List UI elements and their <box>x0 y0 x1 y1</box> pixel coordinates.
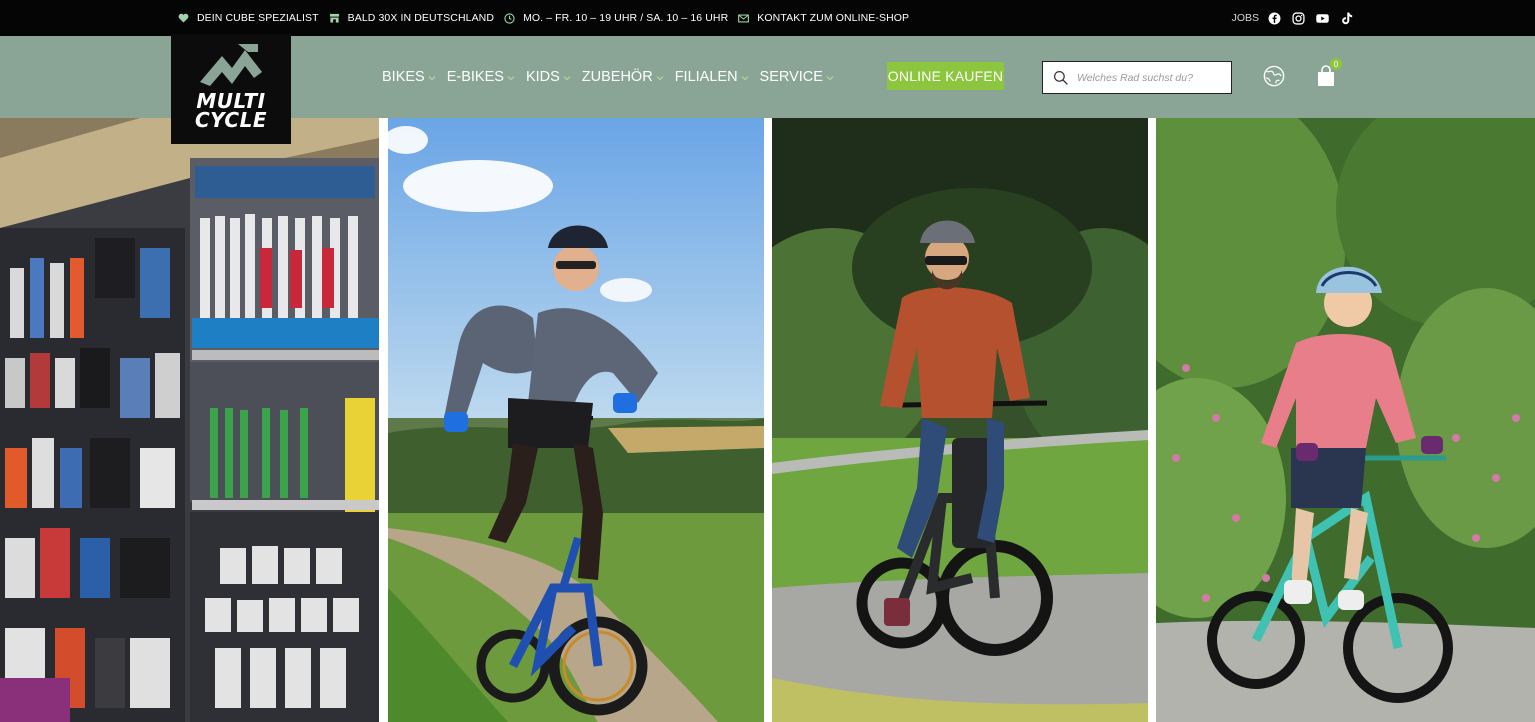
chevron-down-icon <box>507 75 515 80</box>
nav-item-bikes[interactable]: BIKES <box>382 69 437 85</box>
nav-item-filialen[interactable]: FILIALEN <box>675 69 750 85</box>
top-info-bar: DEIN CUBE SPEZIALIST BALD 30X IN DEUTSCH… <box>0 0 1535 36</box>
brand-wordmark: MULTI CYCLE <box>171 91 291 132</box>
hero-image-grid <box>0 118 1535 722</box>
top-info-label: MO. – FR. 10 – 19 UHR / SA. 10 – 16 UHR <box>523 12 729 24</box>
heart-icon <box>178 13 189 24</box>
chevron-down-icon <box>826 75 834 80</box>
nav-item-service[interactable]: SERVICE <box>760 69 835 85</box>
nav-item-label: KIDS <box>525 69 560 85</box>
nav-item-label: E-BIKES <box>446 69 504 85</box>
nav-item-label: SERVICE <box>759 69 823 85</box>
top-info-label[interactable]: KONTAKT ZUM ONLINE-SHOP <box>757 12 909 24</box>
facebook-icon[interactable] <box>1268 12 1281 25</box>
chevron-down-icon <box>741 75 748 80</box>
mail-icon <box>738 13 750 24</box>
search-icon[interactable] <box>1053 70 1069 86</box>
nav-item-label: FILIALEN <box>674 69 738 85</box>
top-info-label: BALD 30X IN DEUTSCHLAND <box>347 12 495 24</box>
tiktok-icon[interactable] <box>1340 12 1353 25</box>
store-icon <box>329 13 340 24</box>
hero-panel-mountain-bike[interactable] <box>388 118 764 722</box>
hero-panel-kids-bike[interactable] <box>1156 118 1535 722</box>
instagram-icon[interactable] <box>1292 11 1305 25</box>
top-info-hours: MO. – FR. 10 – 19 UHR / SA. 10 – 16 UHR <box>504 12 728 24</box>
brand-logo-mark <box>200 44 262 86</box>
mountain-bike-rider-photo <box>388 118 764 722</box>
top-info-list: DEIN CUBE SPEZIALIST BALD 30X IN DEUTSCH… <box>178 0 919 36</box>
hero-panel-e-bike[interactable] <box>772 118 1148 722</box>
online-shop-button[interactable]: ONLINE KAUFEN <box>887 62 1004 90</box>
chevron-down-icon <box>656 75 664 80</box>
search-input[interactable] <box>1077 71 1227 84</box>
social-links: JOBS <box>1232 0 1353 36</box>
top-info-label: DEIN CUBE SPEZIALIST <box>197 12 319 24</box>
nav-item-kids[interactable]: KIDS <box>526 69 572 85</box>
cart-count-badge: 0 <box>1330 58 1342 70</box>
main-navigation: BIKES E-BIKES KIDS ZUBEHÖR FILIALEN SERV… <box>382 36 845 118</box>
nav-item-label: ZUBEHÖR <box>581 69 653 85</box>
chevron-down-icon <box>563 75 571 80</box>
jobs-link[interactable]: JOBS <box>1232 12 1259 24</box>
clock-icon <box>504 12 515 24</box>
globe-icon[interactable] <box>1263 65 1285 87</box>
brand-line-2: CYCLE <box>194 108 268 132</box>
nav-item-e-bikes[interactable]: E-BIKES <box>447 69 516 85</box>
top-info-specialist: DEIN CUBE SPEZIALIST <box>178 12 319 24</box>
e-bike-rider-photo <box>772 118 1148 722</box>
nav-item-label: BIKES <box>382 69 425 85</box>
chevron-down-icon <box>428 75 436 80</box>
search-box <box>1042 61 1232 94</box>
top-info-contact-link[interactable]: KONTAKT ZUM ONLINE-SHOP <box>738 12 909 24</box>
nav-item-zubehoer[interactable]: ZUBEHÖR <box>582 69 665 85</box>
brand-logo[interactable]: MULTI CYCLE <box>171 34 291 144</box>
hero-panel-accessories[interactable] <box>0 118 379 722</box>
kids-bike-rider-photo <box>1156 118 1535 722</box>
top-info-locations: BALD 30X IN DEUTSCHLAND <box>329 12 494 24</box>
youtube-icon[interactable] <box>1316 12 1329 25</box>
accessories-shop-photo <box>0 118 379 722</box>
